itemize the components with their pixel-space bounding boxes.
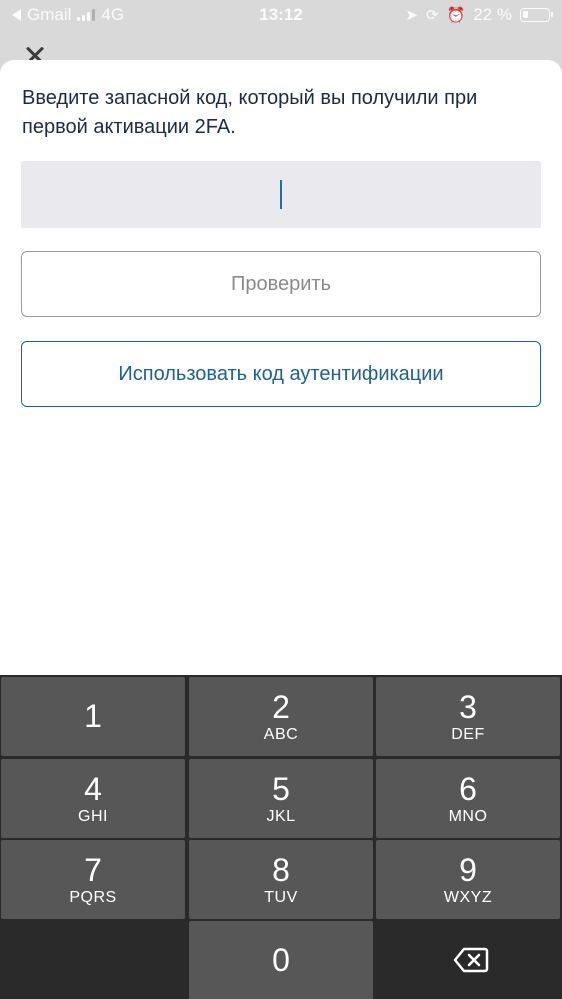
key-digit: 8	[272, 852, 290, 888]
key-7[interactable]: 7 PQRS	[1, 840, 185, 919]
battery-fill	[523, 11, 528, 18]
key-digit: 9	[459, 852, 477, 888]
key-digit: 6	[459, 771, 477, 807]
key-4[interactable]: 4 GHI	[1, 759, 185, 838]
text-caret	[280, 180, 282, 209]
status-bar: Gmail 4G 13:12 ➤ ⟳ ⏰ 22 %	[0, 0, 562, 32]
key-digit: 2	[272, 689, 290, 725]
verify-button[interactable]: Проверить	[21, 251, 541, 317]
backup-code-sheet: Введите запасной код, который вы получил…	[0, 60, 562, 675]
key-letters: MNO	[448, 808, 488, 825]
backspace-icon	[453, 947, 489, 973]
key-digit: 0	[272, 942, 290, 978]
battery-icon	[520, 8, 553, 22]
key-letters: GHI	[78, 808, 108, 825]
key-letters: ABC	[263, 726, 299, 743]
key-0[interactable]: 0	[189, 921, 373, 999]
key-letters: DEF	[451, 726, 485, 743]
key-letters: TUV	[264, 889, 298, 906]
orientation-lock-icon: ⟳	[425, 7, 439, 24]
key-1[interactable]: 1	[1, 677, 185, 756]
location-arrow-icon: ➤	[405, 7, 418, 24]
instruction-text: Введите запасной код, который вы получил…	[22, 87, 478, 138]
key-letters: WXYZ	[443, 889, 493, 906]
key-5[interactable]: 5 JKL	[189, 759, 373, 838]
delete-key[interactable]	[376, 921, 560, 999]
key-empty	[1, 921, 185, 999]
key-8[interactable]: 8 TUV	[189, 840, 373, 919]
key-letters: JKL	[266, 808, 296, 825]
key-digit: 1	[84, 698, 102, 734]
battery-percent: 22 %	[473, 5, 512, 24]
status-right: ➤ ⟳ ⏰ 22 %	[405, 5, 553, 25]
key-digit: 5	[272, 771, 290, 807]
key-digit: 3	[459, 689, 477, 725]
alarm-icon: ⏰	[446, 7, 466, 24]
key-9[interactable]: 9 WXYZ	[376, 840, 560, 919]
key-digit: 4	[84, 771, 102, 807]
key-2[interactable]: 2 ABC	[189, 677, 373, 756]
key-digit: 7	[84, 852, 102, 888]
use-auth-code-button[interactable]: Использовать код аутентификации	[21, 341, 541, 407]
key-letters: PQRS	[69, 889, 117, 906]
key-3[interactable]: 3 DEF	[376, 677, 560, 756]
numeric-keypad: 1 2 ABC 3 DEF 4 GHI 5 JKL 6 MNO 7 PQRS 8…	[0, 675, 562, 999]
key-6[interactable]: 6 MNO	[376, 759, 560, 838]
